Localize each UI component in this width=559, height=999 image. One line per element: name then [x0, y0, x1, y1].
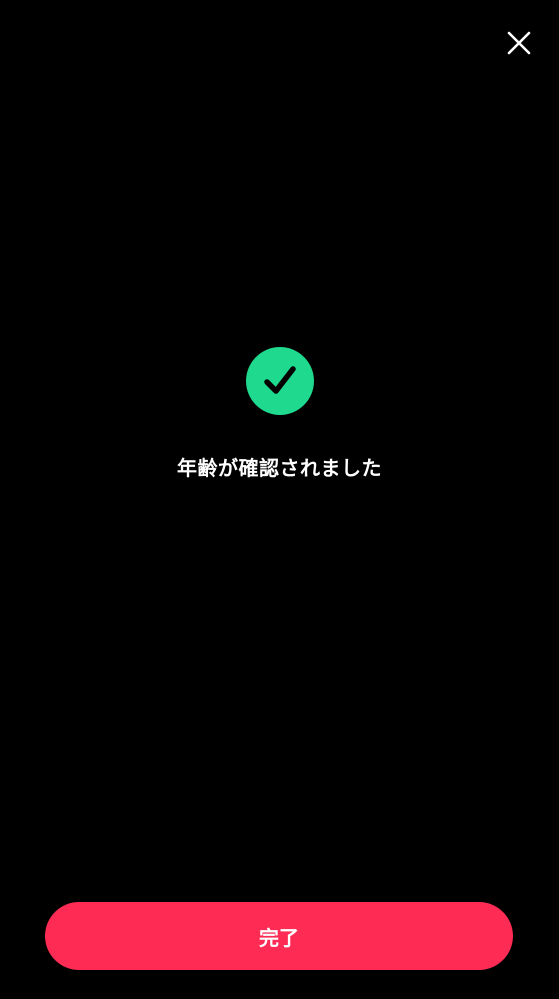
- done-button[interactable]: 完了: [45, 902, 513, 970]
- success-badge: [246, 347, 314, 415]
- close-button[interactable]: [500, 26, 538, 60]
- check-circle-icon: [264, 366, 296, 394]
- age-verified-screen: 年齢が確認されました 完了: [0, 0, 559, 999]
- close-icon: [507, 31, 531, 55]
- confirmation-message: 年齢が確認されました: [177, 456, 382, 480]
